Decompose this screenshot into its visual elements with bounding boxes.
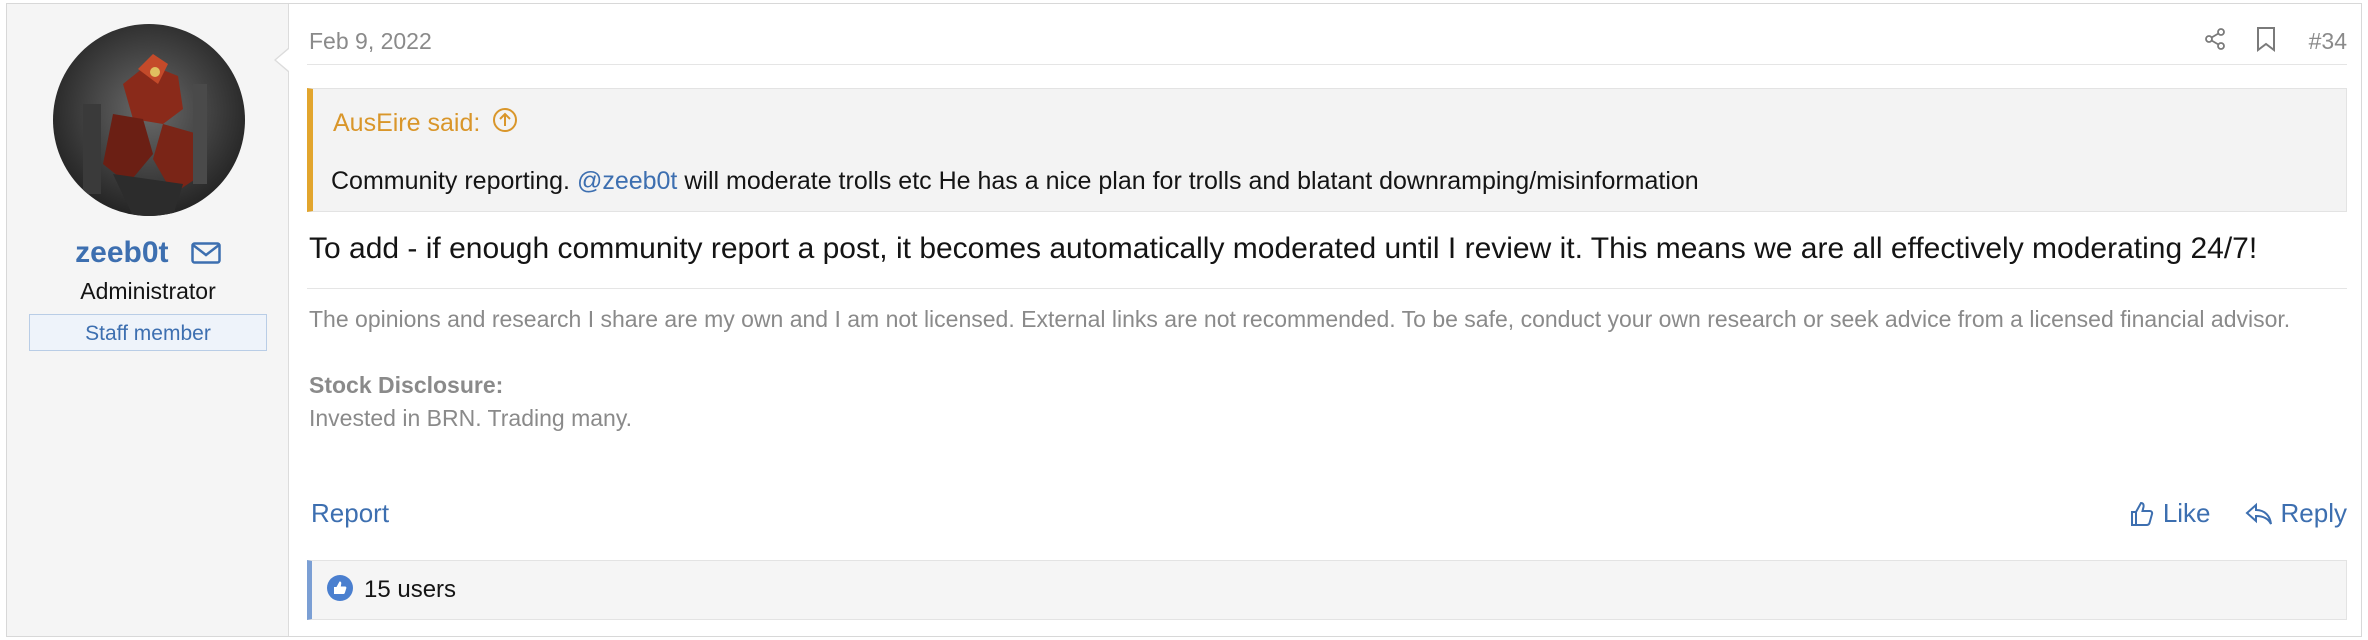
disclosure-label: Stock Disclosure: — [309, 372, 504, 398]
quote-body: Community reporting. @zeeb0t will modera… — [331, 167, 1699, 196]
quote-author[interactable]: AusEire said: — [333, 109, 480, 138]
post-header: Feb 9, 2022 #34 — [307, 4, 2347, 65]
like-button[interactable]: Like — [2129, 498, 2211, 529]
reply-arrow-icon — [2245, 502, 2272, 524]
mail-icon[interactable] — [191, 238, 221, 272]
user-info-panel: zeeb0t Administrator Staff member — [7, 4, 289, 636]
share-icon[interactable] — [2203, 27, 2227, 56]
user-cell-arrow-inner — [276, 49, 289, 71]
reaction-count[interactable]: 15 users — [364, 576, 456, 604]
reply-label: Reply — [2280, 498, 2347, 528]
signature: The opinions and research I share are my… — [307, 288, 2347, 435]
quote-text-suffix: will moderate trolls etc He has a nice p… — [677, 167, 1699, 195]
like-reaction-icon — [326, 574, 354, 607]
post-number[interactable]: #34 — [2309, 28, 2347, 55]
signature-disclaimer: The opinions and research I share are my… — [309, 306, 2291, 332]
staff-badge: Staff member — [29, 314, 267, 351]
username-link[interactable]: zeeb0t — [75, 236, 168, 269]
message-body: To add - if enough community report a po… — [309, 232, 2258, 265]
thumbs-up-icon — [2130, 501, 2153, 526]
reply-button[interactable]: Reply — [2245, 498, 2347, 529]
forum-post: zeeb0t Administrator Staff member Feb 9,… — [6, 3, 2362, 637]
quote-text-prefix: Community reporting. — [331, 167, 577, 195]
post-actions-right: Like Reply — [2095, 498, 2347, 529]
user-mention-link[interactable]: @zeeb0t — [577, 167, 677, 195]
post-actions: Report Like Reply — [307, 498, 2347, 538]
disclosure-text: Invested in BRN. Trading many. — [309, 405, 632, 431]
post-header-actions: #34 — [2175, 26, 2347, 57]
avatar[interactable] — [53, 24, 245, 216]
bookmark-icon[interactable] — [2255, 26, 2277, 57]
post-main: Feb 9, 2022 #34 AusEire said: Community … — [307, 4, 2361, 636]
username-row: zeeb0t — [7, 236, 289, 272]
report-link[interactable]: Report — [311, 498, 389, 529]
post-date[interactable]: Feb 9, 2022 — [309, 28, 432, 55]
quote-block: AusEire said: Community reporting. @zeeb… — [307, 88, 2347, 212]
reactions-bar[interactable]: 15 users — [307, 560, 2347, 620]
like-label: Like — [2162, 498, 2211, 528]
user-role: Administrator — [80, 278, 216, 304]
quote-title: AusEire said: — [333, 107, 518, 140]
arrow-up-circle-icon[interactable] — [492, 107, 518, 140]
